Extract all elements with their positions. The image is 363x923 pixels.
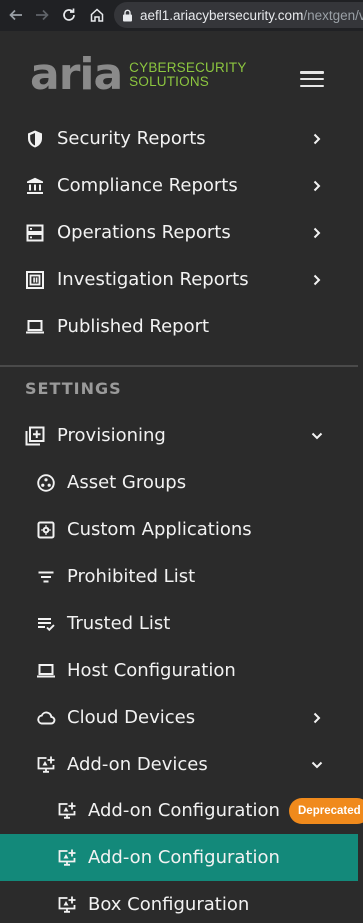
- browser-toolbar: aefl1.ariacybersecurity.com/nextgen/v1/#: [0, 0, 363, 31]
- laptop-icon: [25, 317, 45, 337]
- menu-item-trusted-list[interactable]: Trusted List: [0, 600, 363, 647]
- menu-item-custom-applications[interactable]: Custom Applications: [0, 506, 363, 553]
- menu-label: Add-on Configuration: [88, 800, 280, 821]
- settings-section-title: SETTINGS: [25, 379, 122, 398]
- menu-item-host-configuration[interactable]: Host Configuration: [0, 647, 363, 694]
- menu-item-compliance-reports[interactable]: Compliance Reports: [0, 162, 363, 209]
- address-bar[interactable]: aefl1.ariacybersecurity.com/nextgen/v1/#: [114, 2, 363, 28]
- menu-label: Custom Applications: [67, 519, 252, 540]
- menu-label: Compliance Reports: [57, 175, 238, 196]
- menu-label: Cloud Devices: [67, 707, 196, 728]
- menu-item-asset-groups[interactable]: Asset Groups: [0, 459, 363, 506]
- reload-icon[interactable]: [57, 3, 81, 27]
- chevron-right-icon: [313, 133, 321, 144]
- menu-label: Security Reports: [57, 128, 206, 149]
- menu-label: Host Configuration: [67, 660, 236, 681]
- sidebar-header: aria CYBERSECURITY SOLUTIONS: [0, 31, 363, 119]
- menu-item-prohibited-list[interactable]: Prohibited List: [0, 553, 363, 600]
- chevron-right-icon: [313, 227, 321, 238]
- menu-label: Prohibited List: [67, 566, 196, 587]
- bank-icon: [25, 176, 45, 196]
- laptop-icon: [36, 661, 56, 681]
- menu-item-security-reports[interactable]: Security Reports: [0, 115, 363, 162]
- menu-label: Operations Reports: [57, 222, 231, 243]
- add-box-icon: [25, 426, 45, 446]
- app-settings-icon: [36, 520, 56, 540]
- chevron-right-icon: [313, 274, 321, 285]
- back-arrow-icon[interactable]: [4, 3, 28, 27]
- menu-label: Provisioning: [57, 425, 166, 446]
- section-divider: [0, 365, 358, 367]
- forward-arrow-icon[interactable]: [30, 3, 54, 27]
- cloud-icon: [36, 708, 56, 728]
- menu-label: Add-on Configuration: [88, 847, 280, 868]
- menu-label: Trusted List: [67, 613, 171, 634]
- url-domain: aefl1.ariacybersecurity.com: [140, 7, 304, 23]
- deprecated-badge: Deprecated: [289, 798, 363, 824]
- chevron-down-icon: [311, 761, 323, 768]
- menu-label: Box Configuration: [88, 894, 250, 915]
- lock-icon: [123, 9, 132, 21]
- checklist-icon: [36, 614, 56, 634]
- menu-label: Asset Groups: [67, 472, 187, 493]
- home-icon[interactable]: [85, 3, 109, 27]
- asset-groups-icon: [36, 473, 56, 493]
- addon-config-icon: [57, 848, 77, 868]
- menu-item-investigation-reports[interactable]: Investigation Reports: [0, 256, 363, 303]
- aria-logo[interactable]: aria CYBERSECURITY SOLUTIONS: [30, 53, 247, 97]
- menu-label: Add-on Devices: [67, 754, 208, 775]
- menu-item-provisioning[interactable]: Provisioning: [0, 412, 363, 459]
- menu-label: Published Report: [57, 316, 210, 337]
- shield-icon: [25, 129, 45, 149]
- menu-item-operations-reports[interactable]: Operations Reports: [0, 209, 363, 256]
- server-icon: [25, 223, 45, 243]
- menu-item-cloud-devices[interactable]: Cloud Devices: [0, 694, 363, 741]
- menu-item-addon-configuration[interactable]: Add-on Configuration: [0, 834, 358, 881]
- menu-item-box-configuration[interactable]: Box Configuration: [0, 881, 363, 923]
- menu-item-published-report[interactable]: Published Report: [0, 303, 363, 350]
- url-path: /nextgen/v1/#: [303, 7, 363, 23]
- addon-config-icon: [57, 801, 77, 821]
- investigation-icon: [25, 270, 45, 290]
- logo-tagline-line2: SOLUTIONS: [129, 74, 209, 89]
- chevron-down-icon: [311, 432, 323, 439]
- logo-wordmark: aria: [30, 49, 123, 100]
- menu-label: Investigation Reports: [57, 269, 249, 290]
- menu-item-addon-configuration-deprecated[interactable]: Add-on Configuration Deprecated: [0, 787, 363, 834]
- box-config-icon: [57, 895, 77, 915]
- logo-tagline: CYBERSECURITY SOLUTIONS: [129, 61, 246, 89]
- hamburger-icon[interactable]: [300, 71, 324, 88]
- chevron-right-icon: [313, 180, 321, 191]
- chevron-right-icon: [313, 712, 321, 723]
- addon-device-icon: [36, 755, 56, 775]
- menu-item-addon-devices[interactable]: Add-on Devices: [0, 741, 363, 788]
- logo-tagline-line1: CYBERSECURITY: [129, 60, 247, 75]
- filter-icon: [36, 567, 56, 587]
